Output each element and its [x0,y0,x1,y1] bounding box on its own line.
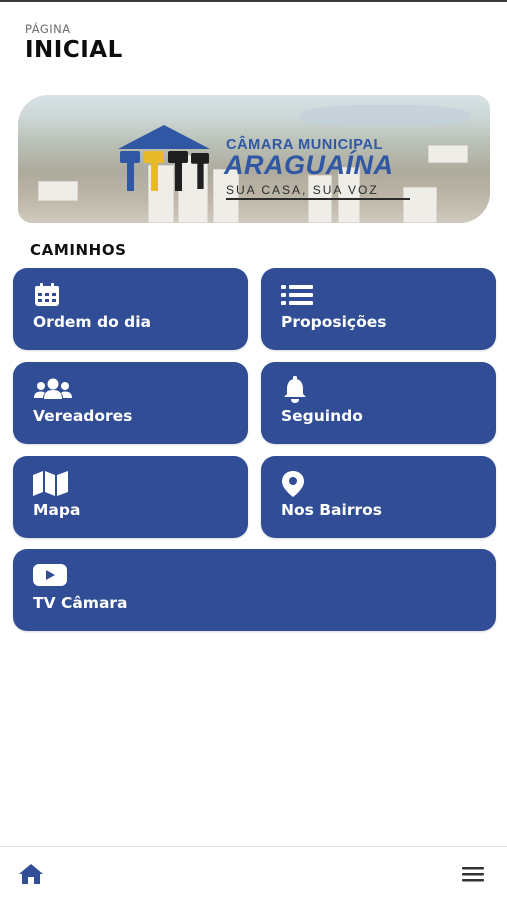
page-title: INICIAL [25,37,123,63]
hero-banner: CÂMARA MUNICIPAL ARAGUAÍNA SUA CASA, SUA… [18,95,490,223]
calendar-icon [33,282,61,308]
map-pin-icon [281,470,309,497]
tile-proposicoes[interactable]: Proposições [261,268,496,350]
logo-roof-shape [118,125,210,149]
tile-nos-bairros[interactable]: Nos Bairros [261,456,496,538]
list-icon [281,282,313,308]
tile-label: Vereadores [33,407,133,425]
tile-seguindo[interactable]: Seguindo [261,362,496,444]
camara-logo: CÂMARA MUNICIPAL ARAGUAÍNA SUA CASA, SUA… [118,125,410,205]
logo-name-line2: ARAGUAÍNA [224,150,394,180]
tile-label: Mapa [33,501,81,519]
tile-label: Proposições [281,313,387,331]
tile-label: Ordem do dia [33,313,151,331]
logo-slogan: SUA CASA, SUA VOZ [226,183,379,197]
tile-vereadores[interactable]: Vereadores [13,362,248,444]
users-icon [33,376,73,402]
logo-figure [144,151,164,191]
youtube-icon [33,563,67,589]
logo-figure [191,153,209,189]
logo-figure [168,151,188,191]
logo-figure [120,151,140,191]
tile-label: Nos Bairros [281,501,382,519]
tile-label: TV Câmara [33,594,128,612]
tile-tv-camara[interactable]: TV Câmara [13,549,496,631]
home-icon[interactable] [18,862,44,886]
map-icon [33,470,69,496]
hamburger-menu-icon[interactable] [460,864,486,884]
status-divider [0,0,507,2]
tile-mapa[interactable]: Mapa [13,456,248,538]
page-kicker: PÁGINA [25,22,71,36]
bell-icon [281,376,309,403]
bottom-navigation [0,846,507,900]
tile-ordem-do-dia[interactable]: Ordem do dia [13,268,248,350]
tile-label: Seguindo [281,407,363,425]
logo-underline [226,198,410,200]
section-title: CAMINHOS [30,241,127,259]
